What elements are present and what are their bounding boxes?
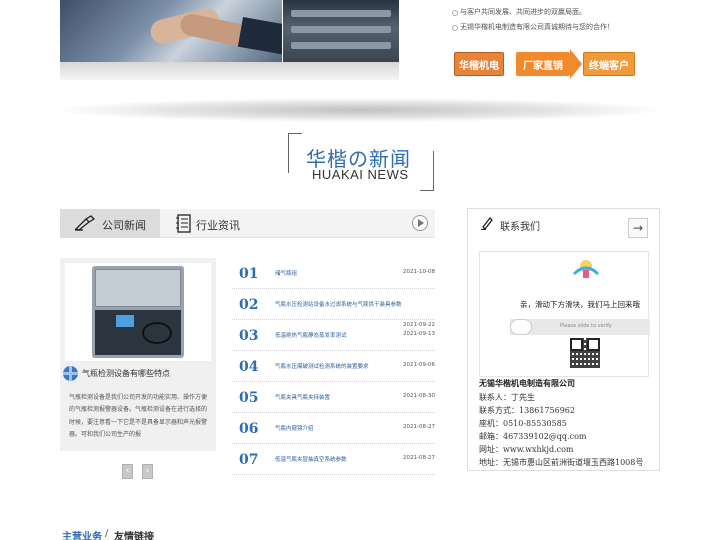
list-item[interactable]: 04 气瓶水压爆破测试检测系统的装置要求 2021-09-06 [232, 351, 435, 382]
contact-address: 地址：无锡市惠山区前洲街道堰玉西路1008号 [479, 458, 644, 467]
news-title[interactable]: 气瓶内窥镜介绍 [275, 424, 314, 432]
main-business-link[interactable]: 主营业务 [62, 528, 102, 540]
tab-label: 公司新闻 [102, 219, 146, 232]
contact-title: 联系我们 [500, 222, 540, 233]
step-brand: 华楷机电 [454, 52, 504, 76]
news-title[interactable]: 气瓶水压检测站设备水过滤系统与气瓶烘干装具参数 [275, 300, 402, 308]
featured-title-row: 气瓶检测设备有哪些特点 [60, 364, 216, 384]
verify-slider[interactable]: Please slide to verify [510, 319, 650, 335]
news-date: 2021-10-08 [403, 269, 435, 275]
handshake-photo [60, 0, 282, 62]
tab-company-news[interactable]: 公司新闻 [60, 209, 160, 238]
section-title-en: HUAKAI NEWS [312, 167, 409, 182]
prev-arrow-icon[interactable]: ‹ [122, 464, 133, 479]
news-number: 06 [239, 421, 259, 437]
machine-bar [291, 42, 391, 49]
slogan-line: 无锡华楷机电制造有限公司真诚期待与您的合作！ [452, 23, 614, 31]
notebook-icon [176, 214, 191, 233]
contact-person: 联系人：丁先生 [479, 393, 535, 402]
news-number: 04 [239, 359, 259, 375]
list-item[interactable]: 05 气瓶夹具气瓶夹持装置 2021-08-30 [232, 382, 435, 413]
featured-title[interactable]: 气瓶检测设备有哪些特点 [82, 368, 170, 379]
step-end-customer: 终端客户 [583, 52, 635, 76]
equipment-case [92, 266, 184, 358]
featured-news-card[interactable]: 气瓶检测设备有哪些特点 气瓶检测设备是我们公司开发的功能实用、操作方便的气瓶检测… [60, 258, 216, 451]
contact-landline: 座机：0510-85530585 [479, 419, 567, 428]
featured-image [65, 263, 211, 361]
news-title[interactable]: 气瓶水压爆破测试检测系统的装置要求 [275, 362, 369, 370]
process-steps: 华楷机电 厂家直销 终端客户 [452, 49, 642, 79]
news-title[interactable]: 气瓶夹具气瓶夹持装置 [275, 393, 330, 401]
list-item[interactable]: 06 气瓶内窥镜介绍 2021-08-27 [232, 413, 435, 444]
list-item[interactable]: 01 储气瓶组 2021-10-08 [232, 258, 435, 289]
writing-hand-icon [74, 215, 96, 231]
slide-verify-widget: 亲，滑动下方滑块，我们马上回来哦 Please slide to verify [479, 251, 650, 377]
tab-industry-news[interactable]: 行业资讯 [170, 209, 270, 238]
list-item[interactable]: 07 低温气瓶夹层抽真空系统参数 2021-08-27 [232, 444, 435, 475]
contact-email: 邮箱：467339102@qq.com [479, 432, 587, 441]
qr-code-icon [570, 338, 600, 368]
machine-photo [283, 0, 399, 62]
step-direct-sale: 厂家直销 [516, 49, 582, 79]
play-icon[interactable] [412, 215, 428, 231]
friend-links-link[interactable]: 友情链接 [114, 528, 154, 540]
featured-description: 气瓶检测设备是我们公司开发的功能实用、操作方便的气瓶检测报警器设备。气瓶检测设备… [69, 394, 208, 438]
pen-icon [481, 217, 493, 230]
divider-band [60, 98, 660, 122]
news-title[interactable]: 低温绝热气瓶静态蒸发率测试 [275, 331, 347, 339]
slider-handle[interactable] [510, 319, 532, 335]
news-date: 2021-08-27 [403, 455, 435, 461]
contact-header: 联系我们 → [468, 209, 659, 239]
news-title[interactable]: 储气瓶组 [275, 269, 297, 277]
machine-bar [291, 10, 391, 17]
contact-website: 网址：www.wxhkjd.com [479, 445, 574, 454]
list-item[interactable]: 02 气瓶水压检测站设备水过滤系统与气瓶烘干装具参数 2021-09-22 [232, 289, 435, 328]
slider-hint: Please slide to verify [560, 323, 612, 329]
news-number: 05 [239, 390, 259, 406]
contact-panel: 联系我们 → 亲，滑动下方滑块，我们马上回来哦 Please slide to … [467, 208, 660, 471]
cartoon-icon [572, 260, 600, 278]
news-list: 01 储气瓶组 2021-10-08 02 气瓶水压检测站设备水过滤系统与气瓶烘… [232, 258, 435, 475]
news-date: 2021-08-30 [403, 393, 435, 399]
contact-phone: 联系方式：13861756962 [479, 406, 575, 415]
list-item[interactable]: 03 低温绝热气瓶静态蒸发率测试 2021-09-13 [232, 320, 435, 351]
news-number: 02 [239, 297, 259, 313]
company-name: 无锡华楷机电制造有限公司 [479, 379, 575, 388]
captcha-text: 亲，滑动下方滑块，我们马上回来哦 [520, 300, 640, 309]
news-number: 07 [239, 452, 259, 468]
next-arrow-icon[interactable]: › [142, 464, 153, 479]
tab-label: 行业资讯 [196, 219, 240, 232]
news-number: 03 [239, 328, 259, 344]
link-separator: / [105, 528, 109, 539]
sleeve-shape [237, 17, 282, 57]
machine-bar [291, 26, 391, 33]
banner-shadow [60, 62, 399, 80]
globe-icon [63, 366, 78, 381]
news-title[interactable]: 低温气瓶夹层抽真空系统参数 [275, 455, 347, 463]
news-date: 2021-09-13 [403, 331, 435, 337]
news-number: 01 [239, 266, 259, 282]
arrow-right-icon[interactable]: → [628, 218, 648, 238]
news-tabbar: 公司新闻 行业资讯 [60, 209, 435, 238]
slogan-line: 与客户共同发展、共同进步的双赢局面。 [452, 8, 586, 16]
news-date: 2021-09-06 [403, 362, 435, 368]
news-date: 2021-08-27 [403, 424, 435, 430]
